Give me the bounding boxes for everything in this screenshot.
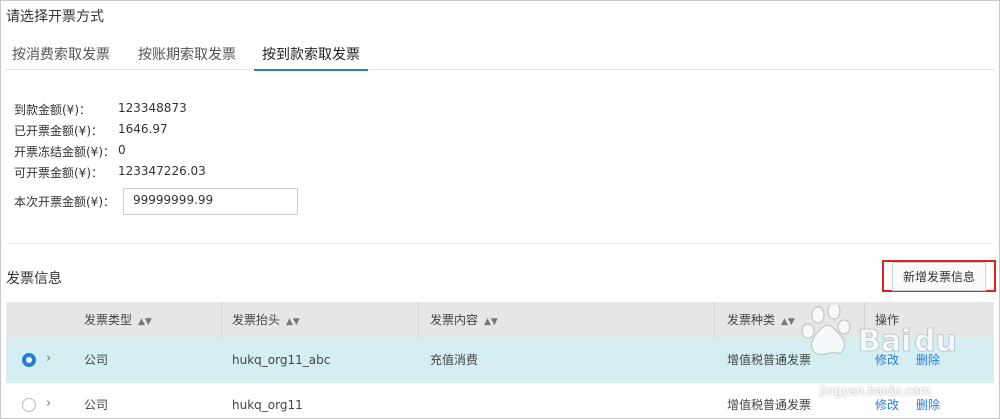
column-header-title[interactable]: 发票抬头 ▲▼ — [232, 302, 300, 338]
frozen-amount-label: 开票冻结金额(¥)： — [14, 145, 115, 159]
watermark-url: jingyan.baidu.com — [820, 384, 931, 398]
sort-icon[interactable]: ▲▼ — [138, 317, 152, 327]
row-radio-button[interactable] — [22, 353, 36, 367]
invoiced-amount-label: 已开票金额(¥)： — [14, 124, 103, 138]
cell-kind: 增值税普通发票 — [727, 398, 812, 412]
available-amount-value: 123347226.03 — [118, 164, 206, 178]
tab-by-consumption[interactable]: 按消费索取发票 — [12, 44, 110, 70]
svg-text:du: du — [914, 324, 957, 359]
cell-title: hukq_org11 — [232, 398, 303, 412]
sort-icon[interactable]: ▲▼ — [781, 317, 795, 327]
column-header-type[interactable]: 发票类型 ▲▼ — [84, 302, 152, 338]
chevron-right-icon[interactable]: › — [46, 396, 51, 411]
column-header-kind[interactable]: 发票种类 ▲▼ — [727, 302, 795, 338]
current-invoice-amount-input[interactable]: 99999999.99 — [123, 188, 298, 215]
invoice-info-title: 发票信息 — [6, 271, 62, 287]
current-amount-label: 本次开票金额(¥)： — [14, 195, 115, 209]
column-header-content[interactable]: 发票内容 ▲▼ — [430, 302, 498, 338]
frozen-amount-value: 0 — [118, 143, 126, 157]
tab-by-billing-period[interactable]: 按账期索取发票 — [138, 44, 236, 70]
page-title: 请选择开票方式 — [6, 9, 104, 25]
received-amount-label: 到款金额(¥)： — [14, 103, 91, 117]
section-divider — [6, 243, 994, 244]
column-divider — [714, 302, 715, 338]
invoiced-amount-value: 1646.97 — [118, 122, 168, 136]
svg-text:Bai: Bai — [858, 324, 911, 359]
cell-content: 充值消费 — [430, 353, 479, 367]
sort-icon[interactable]: ▲▼ — [484, 317, 498, 327]
row-radio-button[interactable] — [22, 398, 36, 412]
received-amount-value: 123348873 — [118, 101, 187, 115]
add-invoice-info-button[interactable]: 新增发票信息 — [891, 261, 986, 291]
sort-icon[interactable]: ▲▼ — [286, 317, 300, 327]
available-amount-label: 可开票金额(¥)： — [14, 166, 103, 180]
column-divider — [418, 302, 419, 338]
baidu-watermark-logo: Bai du — [801, 305, 957, 359]
tab-by-payment-received[interactable]: 按到款索取发票 — [254, 44, 368, 71]
cell-type: 公司 — [84, 398, 109, 412]
cell-kind: 增值税普通发票 — [727, 353, 812, 367]
chevron-right-icon[interactable]: › — [46, 351, 51, 366]
add-invoice-info-highlight: 新增发票信息 — [882, 260, 996, 292]
column-divider — [221, 302, 222, 338]
cell-title: hukq_org11_abc — [232, 353, 331, 367]
invoice-method-tabs: 按消费索取发票 按账期索取发票 按到款索取发票 — [6, 44, 994, 71]
cell-type: 公司 — [84, 353, 109, 367]
